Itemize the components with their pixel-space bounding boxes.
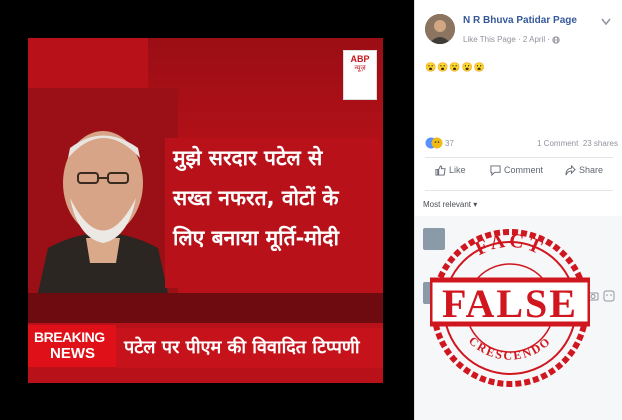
engagement-stats: 1 Comment 23 shares [537, 139, 618, 148]
breaking-news-badge: BREAKING NEWS [28, 325, 116, 367]
stamp-false-text: FALSE [442, 281, 578, 326]
comment-icon [490, 165, 501, 177]
news-label: NEWS [50, 345, 95, 362]
page-name-link[interactable]: N R Bhuva Patidar Page [463, 15, 577, 26]
share-icon [565, 164, 576, 176]
news-image: ABP न्यूज़ मुझे सरदार पटेल से सख्त नफरत,… [0, 0, 414, 420]
post-text: 😮😮😮😮😮 [425, 62, 487, 72]
reaction-icons[interactable] [425, 137, 443, 149]
channel-logo-sub: न्यूज़ [354, 64, 366, 72]
channel-logo: ABP न्यूज़ [343, 50, 377, 100]
stamp-bottom-text: CRESCENDO [466, 334, 554, 363]
lower-band [28, 293, 383, 323]
share-label: Share [579, 165, 604, 175]
comment-button[interactable]: Comment [490, 165, 543, 181]
divider [425, 157, 613, 158]
thumbs-up-icon [435, 165, 446, 176]
tv-frame: ABP न्यूज़ मुझे सरदार पटेल से सख्त नफरत,… [28, 38, 383, 383]
speaker-portrait [28, 88, 178, 293]
headline-line: सख्त नफरत, वोटों के [173, 186, 339, 210]
headline-line: लिए बनाया मूर्ति-मोदी [173, 226, 339, 250]
globe-icon [552, 36, 560, 44]
post-date: · 2 April · [518, 35, 551, 44]
divider [425, 190, 613, 191]
reaction-count[interactable]: 37 [445, 139, 454, 148]
like-label: Like [449, 165, 466, 175]
like-button[interactable]: Like [435, 165, 466, 181]
avatar-icon [425, 14, 455, 44]
news-ticker: पटेल पर पीएम की विवादित टिप्पणी [116, 328, 383, 368]
like-page-link[interactable]: Like This Page [463, 35, 516, 44]
share-count-link[interactable]: 23 shares [583, 139, 618, 148]
sticker-icon[interactable] [603, 290, 615, 302]
page-avatar[interactable] [425, 14, 455, 44]
headline: मुझे सरदार पटेल से सख्त नफरत, वोटों के ल… [165, 138, 380, 288]
headline-line: मुझे सरदार पटेल से [173, 146, 323, 170]
post-meta: Like This Page · 2 April · [463, 35, 560, 44]
comment-sort-dropdown[interactable]: Most relevant ▾ [423, 200, 477, 209]
channel-logo-text: ABP [350, 54, 370, 64]
fact-check-stamp: FACT CRESCENDO FALSE [430, 229, 590, 387]
comment-label: Comment [504, 165, 544, 175]
breaking-label: BREAKING [34, 329, 105, 345]
share-button[interactable]: Share [565, 164, 604, 181]
post-options-chevron-icon[interactable] [601, 18, 611, 26]
comment-count-link[interactable]: 1 Comment [537, 139, 578, 148]
reaction-summary: 37 1 Comment 23 shares [425, 137, 618, 151]
